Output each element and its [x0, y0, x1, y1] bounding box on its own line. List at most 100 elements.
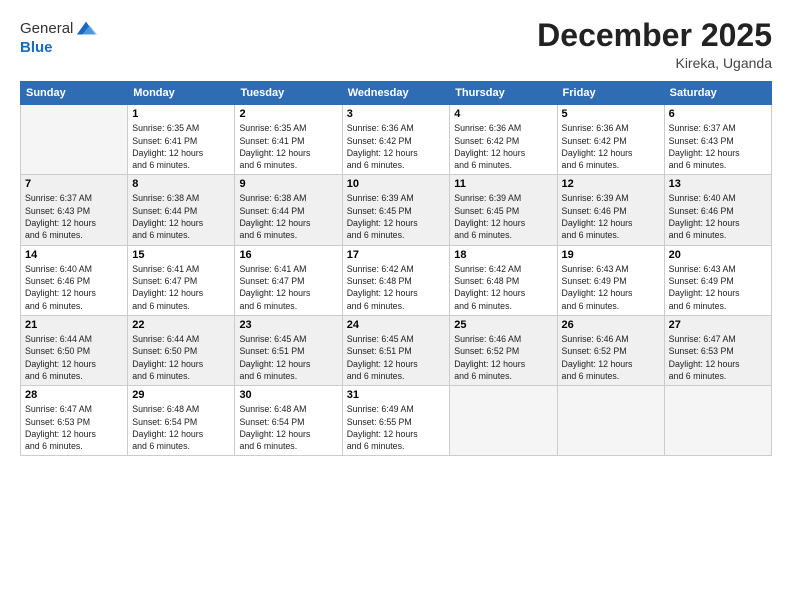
day-number: 11	[454, 178, 552, 190]
day-info: Sunrise: 6:44 AM Sunset: 6:50 PM Dayligh…	[25, 333, 123, 382]
day-number: 23	[239, 319, 337, 331]
day-info: Sunrise: 6:38 AM Sunset: 6:44 PM Dayligh…	[132, 192, 230, 241]
calendar-cell: 13 Sunrise: 6:40 AM Sunset: 6:46 PM Dayli…	[664, 175, 771, 245]
title-area: December 2025 Kireka, Uganda	[537, 18, 772, 71]
calendar-table: SundayMondayTuesdayWednesdayThursdayFrid…	[20, 81, 772, 456]
logo: General Blue	[20, 18, 97, 57]
calendar-header-monday: Monday	[128, 82, 235, 105]
calendar-cell	[664, 386, 771, 456]
day-number: 4	[454, 108, 552, 120]
calendar-header-row: SundayMondayTuesdayWednesdayThursdayFrid…	[21, 82, 772, 105]
location: Kireka, Uganda	[537, 55, 772, 71]
day-number: 3	[347, 108, 446, 120]
calendar-cell: 12Sunrise: 6:39 AM Sunset: 6:46 PM Dayli…	[557, 175, 664, 245]
day-info: Sunrise: 6:36 AM Sunset: 6:42 PM Dayligh…	[347, 122, 446, 171]
calendar-week-2: 14 Sunrise: 6:40 AM Sunset: 6:46 PM Dayli…	[21, 245, 772, 315]
calendar-cell: 11 Sunrise: 6:39 AM Sunset: 6:45 PM Dayli…	[450, 175, 557, 245]
day-number: 13	[669, 178, 767, 190]
page: General Blue December 2025 Kireka, Ugand…	[0, 0, 792, 612]
day-number: 25	[454, 319, 552, 331]
day-number: 24	[347, 319, 446, 331]
day-number: 31	[347, 389, 446, 401]
calendar-cell: 21Sunrise: 6:44 AM Sunset: 6:50 PM Dayli…	[21, 315, 128, 385]
calendar-header-saturday: Saturday	[664, 82, 771, 105]
calendar-cell: 20Sunrise: 6:43 AM Sunset: 6:49 PM Dayli…	[664, 245, 771, 315]
day-number: 2	[239, 108, 337, 120]
header: General Blue December 2025 Kireka, Ugand…	[20, 18, 772, 71]
calendar-cell: 24Sunrise: 6:45 AM Sunset: 6:51 PM Dayli…	[342, 315, 450, 385]
day-number: 30	[239, 389, 337, 401]
calendar-cell	[557, 386, 664, 456]
day-info: Sunrise: 6:42 AM Sunset: 6:48 PM Dayligh…	[347, 263, 446, 312]
day-info: Sunrise: 6:43 AM Sunset: 6:49 PM Dayligh…	[562, 263, 660, 312]
day-info: Sunrise: 6:47 AM Sunset: 6:53 PM Dayligh…	[669, 333, 767, 382]
calendar-week-0: 1 Sunrise: 6:35 AM Sunset: 6:41 PM Daylig…	[21, 105, 772, 175]
calendar-cell: 31 Sunrise: 6:49 AM Sunset: 6:55 PM Dayli…	[342, 386, 450, 456]
day-info: Sunrise: 6:46 AM Sunset: 6:52 PM Dayligh…	[454, 333, 552, 382]
day-number: 28	[25, 389, 123, 401]
calendar-cell: 7Sunrise: 6:37 AM Sunset: 6:43 PM Daylig…	[21, 175, 128, 245]
day-number: 5	[562, 108, 660, 120]
calendar-header-tuesday: Tuesday	[235, 82, 342, 105]
day-info: Sunrise: 6:44 AM Sunset: 6:50 PM Dayligh…	[132, 333, 230, 382]
day-number: 10	[347, 178, 446, 190]
calendar-cell: 26Sunrise: 6:46 AM Sunset: 6:52 PM Dayli…	[557, 315, 664, 385]
day-info: Sunrise: 6:38 AM Sunset: 6:44 PM Dayligh…	[239, 192, 337, 241]
day-info: Sunrise: 6:40 AM Sunset: 6:46 PM Dayligh…	[669, 192, 767, 241]
calendar-cell: 2 Sunrise: 6:35 AM Sunset: 6:41 PM Daylig…	[235, 105, 342, 175]
day-info: Sunrise: 6:36 AM Sunset: 6:42 PM Dayligh…	[454, 122, 552, 171]
calendar-cell: 16Sunrise: 6:41 AM Sunset: 6:47 PM Dayli…	[235, 245, 342, 315]
calendar-cell: 6 Sunrise: 6:37 AM Sunset: 6:43 PM Daylig…	[664, 105, 771, 175]
day-info: Sunrise: 6:40 AM Sunset: 6:46 PM Dayligh…	[25, 263, 123, 312]
day-number: 15	[132, 249, 230, 261]
calendar-cell	[21, 105, 128, 175]
day-info: Sunrise: 6:37 AM Sunset: 6:43 PM Dayligh…	[25, 192, 123, 241]
calendar-cell: 3 Sunrise: 6:36 AM Sunset: 6:42 PM Daylig…	[342, 105, 450, 175]
day-number: 14	[25, 249, 123, 261]
day-info: Sunrise: 6:37 AM Sunset: 6:43 PM Dayligh…	[669, 122, 767, 171]
day-number: 17	[347, 249, 446, 261]
logo-icon	[75, 18, 97, 40]
day-info: Sunrise: 6:35 AM Sunset: 6:41 PM Dayligh…	[239, 122, 337, 171]
calendar-cell: 5Sunrise: 6:36 AM Sunset: 6:42 PM Daylig…	[557, 105, 664, 175]
calendar-header-wednesday: Wednesday	[342, 82, 450, 105]
calendar-cell: 15 Sunrise: 6:41 AM Sunset: 6:47 PM Dayli…	[128, 245, 235, 315]
day-info: Sunrise: 6:39 AM Sunset: 6:46 PM Dayligh…	[562, 192, 660, 241]
day-number: 29	[132, 389, 230, 401]
month-title: December 2025	[537, 18, 772, 53]
calendar-cell: 30Sunrise: 6:48 AM Sunset: 6:54 PM Dayli…	[235, 386, 342, 456]
calendar-cell: 28Sunrise: 6:47 AM Sunset: 6:53 PM Dayli…	[21, 386, 128, 456]
calendar-cell: 1 Sunrise: 6:35 AM Sunset: 6:41 PM Daylig…	[128, 105, 235, 175]
logo-blue-text: Blue	[20, 40, 53, 57]
calendar-cell: 23 Sunrise: 6:45 AM Sunset: 6:51 PM Dayli…	[235, 315, 342, 385]
day-info: Sunrise: 6:48 AM Sunset: 6:54 PM Dayligh…	[132, 403, 230, 452]
day-info: Sunrise: 6:42 AM Sunset: 6:48 PM Dayligh…	[454, 263, 552, 312]
calendar-week-3: 21Sunrise: 6:44 AM Sunset: 6:50 PM Dayli…	[21, 315, 772, 385]
calendar-week-4: 28Sunrise: 6:47 AM Sunset: 6:53 PM Dayli…	[21, 386, 772, 456]
day-number: 6	[669, 108, 767, 120]
calendar-cell: 19Sunrise: 6:43 AM Sunset: 6:49 PM Dayli…	[557, 245, 664, 315]
day-info: Sunrise: 6:35 AM Sunset: 6:41 PM Dayligh…	[132, 122, 230, 171]
calendar-cell: 18Sunrise: 6:42 AM Sunset: 6:48 PM Dayli…	[450, 245, 557, 315]
calendar-header-thursday: Thursday	[450, 82, 557, 105]
calendar-cell: 22Sunrise: 6:44 AM Sunset: 6:50 PM Dayli…	[128, 315, 235, 385]
logo-general-text: General	[20, 21, 73, 38]
day-number: 1	[132, 108, 230, 120]
day-info: Sunrise: 6:39 AM Sunset: 6:45 PM Dayligh…	[454, 192, 552, 241]
day-number: 20	[669, 249, 767, 261]
calendar-header-friday: Friday	[557, 82, 664, 105]
day-number: 27	[669, 319, 767, 331]
day-info: Sunrise: 6:46 AM Sunset: 6:52 PM Dayligh…	[562, 333, 660, 382]
day-number: 16	[239, 249, 337, 261]
calendar-cell: 27 Sunrise: 6:47 AM Sunset: 6:53 PM Dayli…	[664, 315, 771, 385]
calendar-cell: 14 Sunrise: 6:40 AM Sunset: 6:46 PM Dayli…	[21, 245, 128, 315]
calendar-cell: 17 Sunrise: 6:42 AM Sunset: 6:48 PM Dayli…	[342, 245, 450, 315]
day-info: Sunrise: 6:41 AM Sunset: 6:47 PM Dayligh…	[132, 263, 230, 312]
calendar-cell: 10 Sunrise: 6:39 AM Sunset: 6:45 PM Dayli…	[342, 175, 450, 245]
calendar-header-sunday: Sunday	[21, 82, 128, 105]
day-number: 9	[239, 178, 337, 190]
day-info: Sunrise: 6:39 AM Sunset: 6:45 PM Dayligh…	[347, 192, 446, 241]
day-info: Sunrise: 6:45 AM Sunset: 6:51 PM Dayligh…	[239, 333, 337, 382]
day-info: Sunrise: 6:49 AM Sunset: 6:55 PM Dayligh…	[347, 403, 446, 452]
calendar-week-1: 7Sunrise: 6:37 AM Sunset: 6:43 PM Daylig…	[21, 175, 772, 245]
